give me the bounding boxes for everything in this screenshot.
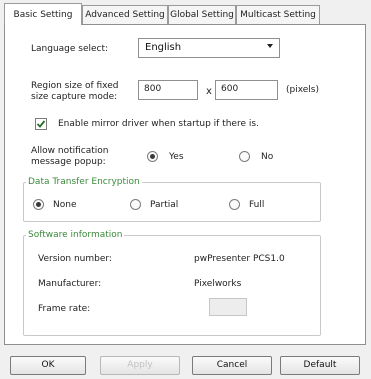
region-size-label-line1: Region size of fixed [31,81,119,91]
software-info-group: Software information Version number: pwP… [23,230,321,336]
encryption-group: Data Transfer Encryption None Partial Fu… [23,177,321,222]
tab-global-setting[interactable]: Global Setting [168,5,236,24]
ok-button[interactable]: OK [10,356,86,375]
default-button[interactable]: Default [280,356,360,375]
encryption-partial-radio[interactable] [130,199,141,210]
encryption-partial-label: Partial [150,200,179,210]
tab-basic-setting[interactable]: Basic Setting [4,3,82,25]
tab-advanced-setting[interactable]: Advanced Setting [82,5,168,24]
notification-label-line2: message popup: [31,157,106,167]
cancel-button[interactable]: Cancel [192,356,272,375]
encryption-full-label: Full [249,200,265,210]
language-select[interactable]: English [138,38,280,58]
version-value: pwPresenter PCS1.0 [194,254,285,264]
encryption-full-radio[interactable] [229,199,240,210]
mirror-driver-checkbox[interactable] [35,118,47,130]
notification-no-label: No [261,152,274,162]
dialog-window: { "tabs": [ {"label": "Basic Setting", "… [0,0,371,379]
notification-yes-radio[interactable] [147,151,158,162]
encryption-legend: Data Transfer Encryption [26,177,142,188]
region-width-input[interactable]: 800 [138,80,198,100]
region-separator: x [206,86,212,97]
manufacturer-value: Pixelworks [194,279,242,289]
checkmark-icon [36,120,46,128]
mirror-driver-label: Enable mirror driver when startup if the… [58,119,259,129]
notification-label-line1: Allow notification [31,146,109,156]
tab-multicast-setting[interactable]: Multicast Setting [236,5,320,24]
region-height-input[interactable]: 600 [215,80,278,100]
apply-button[interactable]: Apply [100,356,180,375]
notification-label: Allow notification message popup: [31,146,109,168]
settings-panel: Language select: English Region size of … [4,24,366,345]
encryption-none-radio[interactable] [33,199,44,210]
region-unit-label: (pixels) [286,85,320,95]
chevron-down-icon [267,44,273,48]
region-size-label-line2: size capture mode: [31,92,118,102]
notification-no-radio[interactable] [239,151,250,162]
frame-rate-field [209,298,247,316]
version-label: Version number: [38,254,112,264]
notification-yes-label: Yes [169,152,184,162]
encryption-none-label: None [53,200,77,210]
manufacturer-label: Manufacturer: [38,279,102,289]
language-label: Language select: [31,44,109,54]
software-info-legend: Software information [26,230,125,241]
language-selected-value: English [145,42,182,53]
region-size-label: Region size of fixed size capture mode: [31,81,119,103]
frame-rate-label: Frame rate: [38,304,91,314]
